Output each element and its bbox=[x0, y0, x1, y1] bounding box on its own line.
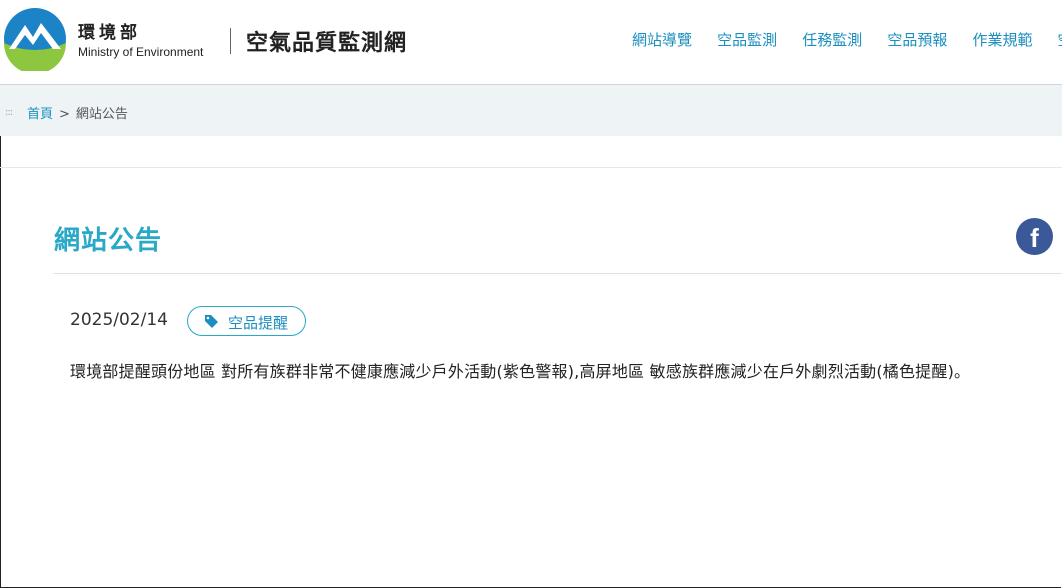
site-title[interactable]: 空氣品質監測網 bbox=[246, 25, 407, 57]
tag-label: 空品提醒 bbox=[228, 314, 289, 332]
ministry-name-en: Ministry of Environment bbox=[78, 45, 204, 59]
ministry-name: 環境部 Ministry of Environment bbox=[78, 18, 203, 59]
category-tag[interactable]: 空品提醒 bbox=[187, 306, 306, 336]
ministry-name-zh: 環境部 bbox=[78, 23, 141, 43]
ministry-logo[interactable] bbox=[3, 7, 67, 71]
site-header: 環境部 Ministry of Environment 空氣品質監測網 網站導覽… bbox=[0, 0, 1062, 85]
nav-operation-rules[interactable]: 作業規範 bbox=[972, 31, 1032, 49]
breadcrumb-current: 網站公告 bbox=[75, 107, 128, 122]
breadcrumb-separator: > bbox=[59, 107, 70, 122]
nav-site-map[interactable]: 網站導覽 bbox=[632, 31, 692, 49]
nav-task-monitoring[interactable]: 任務監測 bbox=[802, 31, 862, 49]
announcement-content: 環境部提醒頭份地區 對所有族群非常不健康應減少戶外活動(紫色警報),高屏地區 敏… bbox=[70, 362, 971, 381]
breadcrumb: 首頁 > 網站公告 bbox=[27, 103, 128, 122]
nav-air-monitoring[interactable]: 空品監測 bbox=[717, 31, 777, 49]
nav-truncated-item[interactable]: 空 bbox=[1058, 31, 1062, 49]
breadcrumb-bar: ::: 首頁 > 網站公告 bbox=[0, 85, 1062, 136]
page-title: 網站公告 bbox=[54, 226, 163, 256]
tag-icon bbox=[205, 315, 218, 328]
main-nav: 網站導覽 空品監測 任務監測 空品預報 作業規範 空 bbox=[632, 29, 1062, 50]
section-divider bbox=[0, 167, 1062, 168]
nav-air-forecast[interactable]: 空品預報 bbox=[887, 31, 947, 49]
breadcrumb-home[interactable]: 首頁 bbox=[27, 107, 53, 122]
facebook-icon[interactable]: f bbox=[1016, 218, 1053, 255]
announcement-date: 2025/02/14 bbox=[70, 310, 168, 330]
breadcrumb-anchor-icon: ::: bbox=[5, 107, 13, 118]
title-divider bbox=[53, 273, 1062, 274]
header-divider bbox=[230, 28, 231, 54]
